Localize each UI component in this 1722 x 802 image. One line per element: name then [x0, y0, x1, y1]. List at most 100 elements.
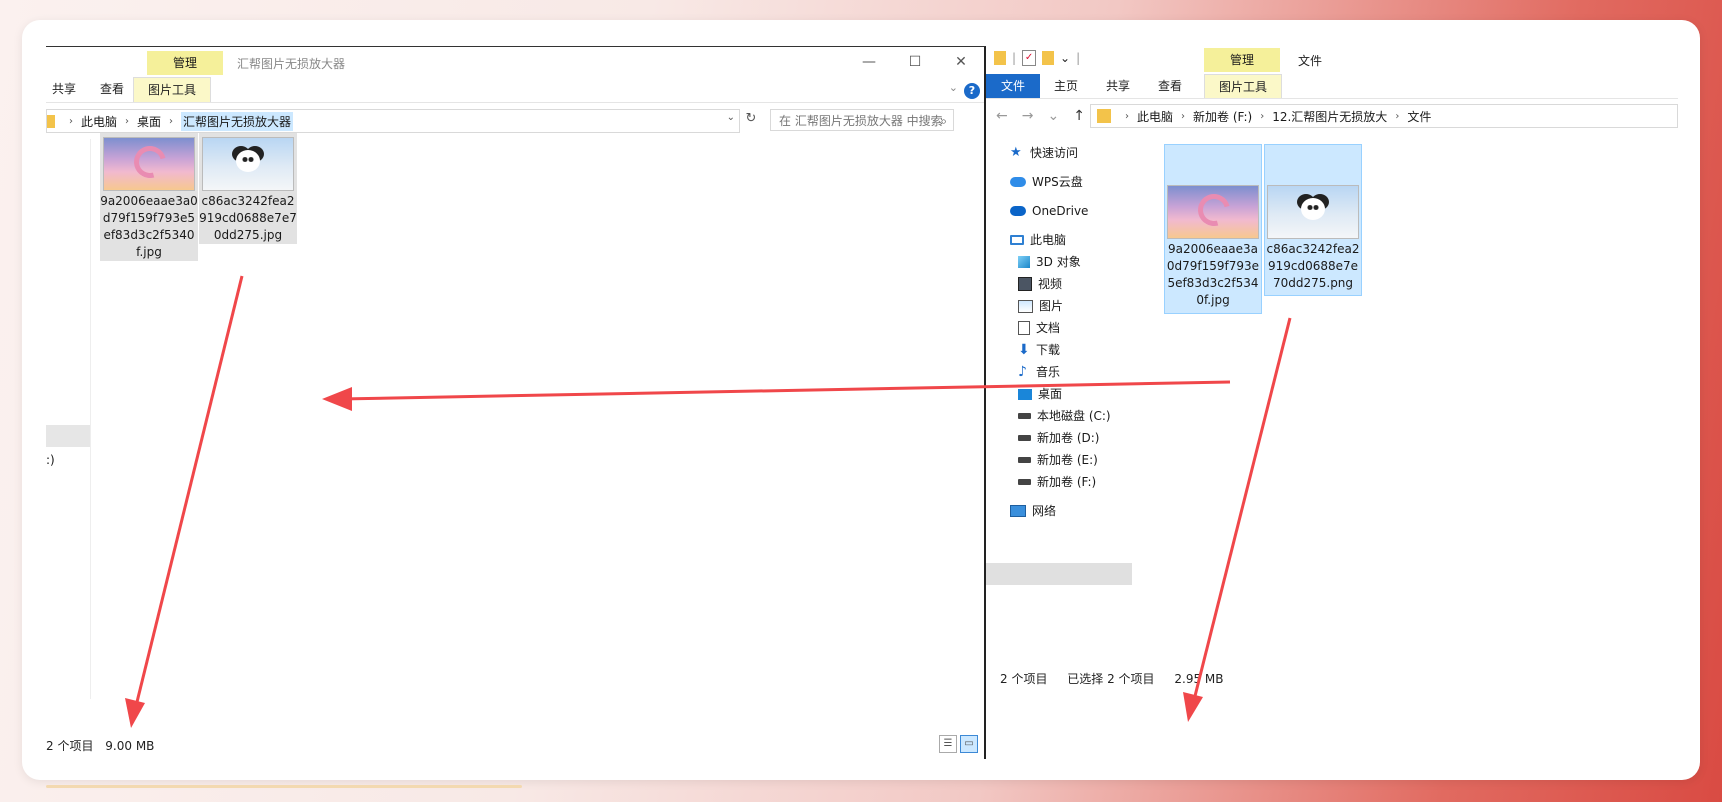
breadcrumb-current-folder[interactable]: 汇帮图片无损放大器 — [181, 111, 294, 131]
breadcrumb-current-folder[interactable]: 文件 — [1407, 108, 1431, 125]
details-view-icon[interactable]: ☰ — [939, 735, 957, 753]
chevron-down-icon[interactable]: ⌄ — [727, 112, 735, 123]
nav-item-label: 网络 — [1032, 504, 1057, 518]
nav-item-label: 本地磁盘 (C:) — [1037, 409, 1111, 423]
nav-item-drive-c[interactable]: 本地磁盘 (C:) — [1018, 405, 1111, 427]
file-item[interactable]: 9a2006eaae3a0d79f159f793e5ef83d3c2f5340f… — [1164, 144, 1262, 314]
nav-item-3d-objects[interactable]: 3D 对象 — [1018, 251, 1081, 273]
chevron-right-icon: › — [1125, 110, 1129, 122]
nav-item-music[interactable]: ♪ 音乐 — [1018, 361, 1060, 383]
navigation-buttons: ← → ⌄ ↑ — [996, 108, 1085, 124]
breadcrumb-this-pc[interactable]: 此电脑 — [81, 113, 117, 130]
address-bar[interactable]: › 此电脑 › 新加卷 (F:) › 12.汇帮图片无损放大 › 文件 — [1090, 104, 1678, 128]
drive-icon — [1018, 435, 1031, 441]
nav-item-label: 3D 对象 — [1036, 255, 1081, 269]
nav-selected-item[interactable] — [46, 425, 90, 447]
help-icon[interactable]: ? — [964, 83, 980, 99]
nav-item-downloads[interactable]: ⬇ 下载 — [1018, 339, 1060, 361]
search-icon[interactable]: ⌕ — [940, 110, 947, 132]
tab-view[interactable]: 查看 — [1158, 74, 1182, 98]
tab-share[interactable]: 共享 — [52, 77, 76, 101]
breadcrumb-drive-f[interactable]: 新加卷 (F:) — [1193, 108, 1252, 125]
divider: | — [1012, 51, 1017, 65]
recent-chevron-icon[interactable]: ⌄ — [1047, 108, 1059, 124]
nav-item-network[interactable]: 网络 — [1010, 500, 1056, 522]
back-arrow-icon[interactable]: ← — [996, 108, 1008, 124]
status-bar: 2 个项目 已选择 2 个项目 2.95 MB — [1000, 670, 1240, 687]
network-icon — [1010, 505, 1026, 517]
nav-item-onedrive[interactable]: OneDrive — [1010, 200, 1088, 222]
nav-item-label: 图片 — [1039, 299, 1064, 313]
nav-item-quick-access[interactable]: ★ 快速访问 — [1010, 142, 1078, 164]
tab-home[interactable]: 主页 — [1054, 74, 1078, 98]
minimize-button[interactable]: — — [846, 47, 892, 77]
image-thumbnail — [1267, 185, 1359, 239]
tab-picture-tools[interactable]: 图片工具 — [133, 77, 212, 102]
search-placeholder: 在 汇帮图片无损放大器 中搜索 — [779, 114, 943, 128]
cloud-icon — [1010, 177, 1026, 187]
file-item[interactable]: 9a2006eaae3a0d79f159f793e5ef83d3c2f5340f… — [100, 133, 198, 261]
drive-icon — [1018, 413, 1031, 419]
maximize-button[interactable]: ☐ — [892, 47, 938, 77]
nav-item-label: 下载 — [1036, 343, 1061, 357]
search-input[interactable]: 在 汇帮图片无损放大器 中搜索 ⌕ — [770, 109, 954, 131]
quick-access-toolbar: | ✓ ⌄ | — [994, 50, 1080, 66]
folder-icon[interactable] — [994, 51, 1006, 65]
address-bar[interactable]: › 此电脑 › 桌面 › 汇帮图片无损放大器 ⌄ — [46, 109, 740, 133]
folder-icon — [47, 114, 55, 128]
nav-item-wps-cloud[interactable]: WPS云盘 — [1010, 171, 1083, 193]
chevron-down-icon[interactable]: ⌄ — [949, 81, 958, 94]
total-size: 9.00 MB — [105, 739, 155, 753]
nav-item-drive-e[interactable]: 新加卷 (E:) — [1018, 449, 1098, 471]
chevron-down-icon[interactable]: ⌄ — [1060, 51, 1070, 65]
nav-item-label[interactable]: :) — [46, 453, 55, 467]
nav-item-label: 此电脑 — [1030, 233, 1067, 247]
refresh-icon[interactable]: ↻ — [742, 111, 760, 131]
image-thumbnail — [103, 137, 195, 191]
file-item[interactable]: c86ac3242fea2919cd0688e7e70dd275.png — [1264, 144, 1362, 296]
nav-item-desktop[interactable]: 桌面 — [1018, 383, 1062, 405]
window-title: 汇帮图片无损放大器 — [237, 57, 346, 71]
folder-icon — [1097, 109, 1111, 123]
nav-item-label: 音乐 — [1036, 365, 1061, 379]
cube-icon — [1018, 256, 1030, 268]
properties-icon[interactable]: ✓ — [1022, 50, 1037, 66]
right-explorer-window: | ✓ ⌄ | 管理 文件 文件 主页 共享 查看 图片工具 ← → ⌄ ↑ ›… — [986, 46, 1678, 758]
tab-picture-tools[interactable]: 图片工具 — [1204, 74, 1283, 99]
file-name: c86ac3242fea2919cd0688e7e70dd275.jpg — [199, 194, 297, 242]
onedrive-icon — [1010, 206, 1026, 216]
tab-file[interactable]: 文件 — [986, 74, 1040, 98]
tab-manage[interactable]: 管理 — [147, 51, 223, 75]
breadcrumb-this-pc[interactable]: 此电脑 — [1137, 108, 1173, 125]
nav-item-this-pc[interactable]: 此电脑 — [1010, 229, 1066, 251]
tab-view[interactable]: 查看 — [100, 77, 124, 101]
chevron-right-icon: › — [1181, 110, 1186, 122]
download-icon: ⬇ — [1018, 342, 1030, 358]
nav-item-videos[interactable]: 视频 — [1018, 273, 1062, 295]
chevron-right-icon: › — [1395, 110, 1400, 122]
up-arrow-icon[interactable]: ↑ — [1073, 108, 1085, 124]
music-icon: ♪ — [1018, 364, 1027, 380]
tab-manage[interactable]: 管理 — [1204, 48, 1280, 72]
file-item[interactable]: c86ac3242fea2919cd0688e7e70dd275.jpg — [199, 133, 297, 244]
nav-item-label: 文档 — [1036, 321, 1061, 335]
large-icons-view-icon[interactable]: ▭ — [960, 735, 978, 753]
forward-arrow-icon[interactable]: → — [1022, 108, 1034, 124]
nav-item-drive-d[interactable]: 新加卷 (D:) — [1018, 427, 1099, 449]
navigation-pane: :) — [46, 139, 91, 699]
video-icon — [1018, 277, 1032, 291]
nav-item-pictures[interactable]: 图片 — [1018, 295, 1063, 317]
breadcrumb-desktop[interactable]: 桌面 — [137, 113, 161, 130]
nav-item-label: 新加卷 (E:) — [1037, 453, 1098, 467]
file-name: 9a2006eaae3a0d79f159f793e5ef83d3c2f5340f… — [1166, 242, 1260, 307]
chevron-right-icon: › — [69, 115, 73, 127]
close-button[interactable]: ✕ — [938, 47, 984, 77]
nav-item-label: 快速访问 — [1030, 146, 1079, 160]
tab-share[interactable]: 共享 — [1106, 74, 1130, 98]
desktop-icon — [1018, 388, 1032, 400]
nav-item-drive-f[interactable]: 新加卷 (F:) — [1018, 471, 1096, 493]
chevron-right-icon: › — [1260, 110, 1265, 122]
breadcrumb-folder[interactable]: 12.汇帮图片无损放大 — [1272, 108, 1387, 125]
nav-item-documents[interactable]: 文档 — [1018, 317, 1060, 339]
new-folder-icon[interactable] — [1042, 51, 1055, 65]
